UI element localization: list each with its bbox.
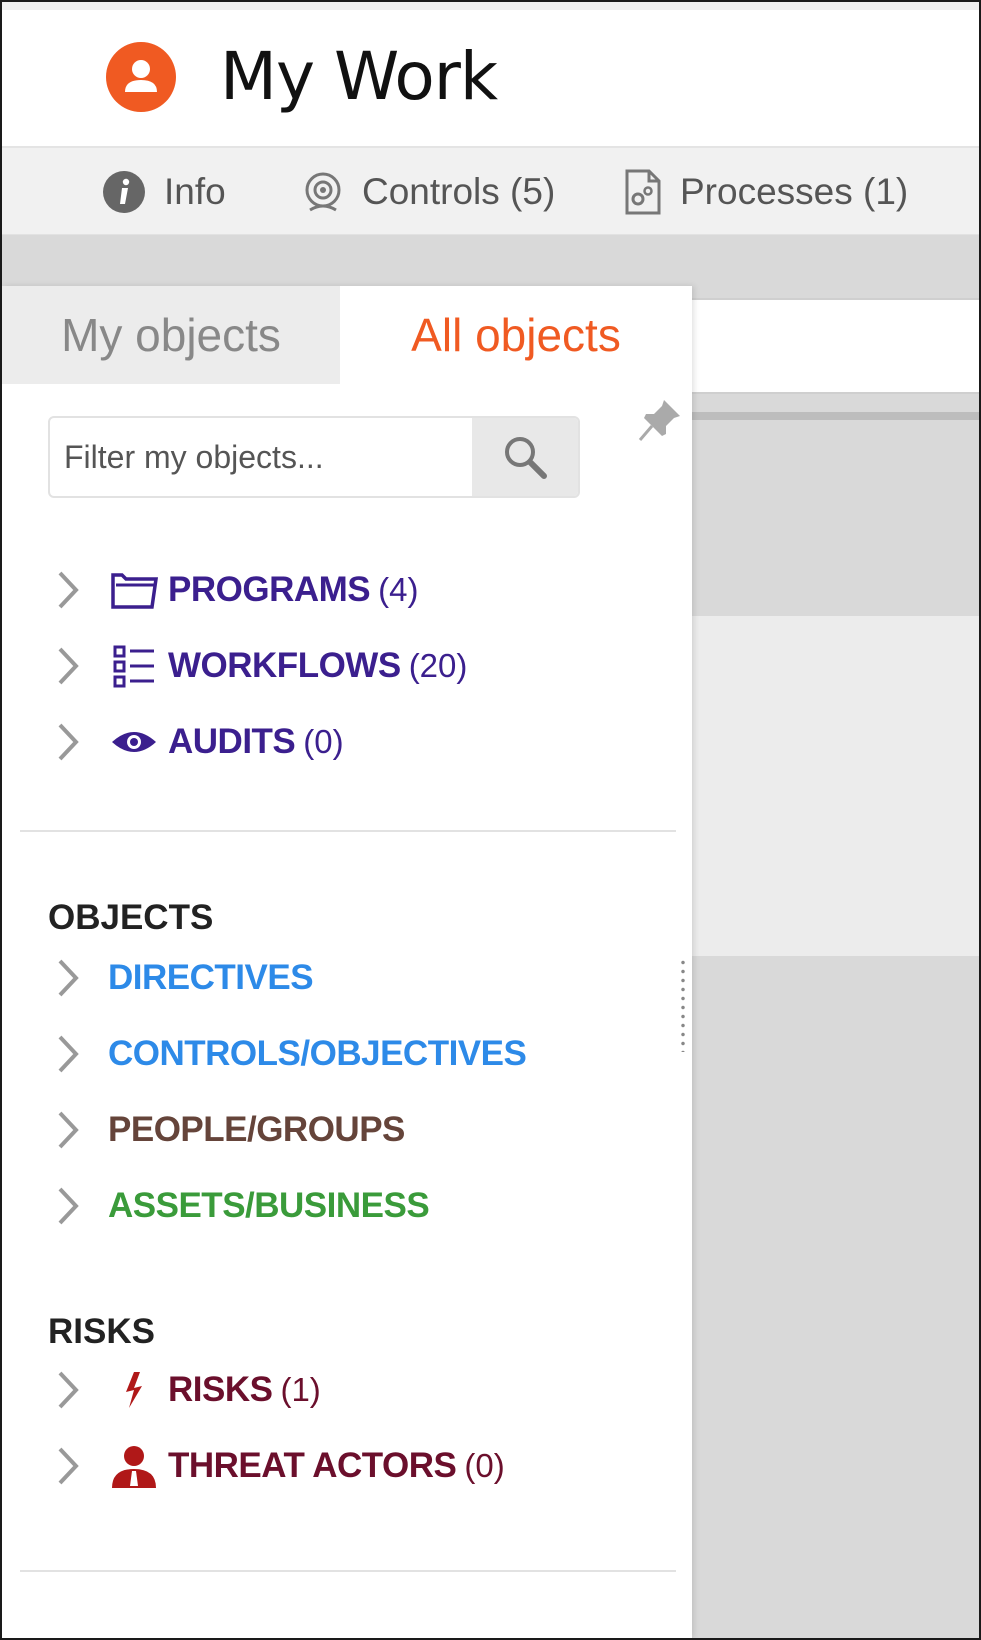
eye-icon: [104, 728, 164, 756]
lhn-item-label: CONTROLS/OBJECTIVES: [108, 1034, 527, 1073]
top-strip: [2, 2, 979, 10]
lhn-item-controls-objectives[interactable]: CONTROLS/OBJECTIVES: [56, 1028, 527, 1080]
page-header: My Work: [2, 10, 979, 148]
lhn-item-count: (20): [408, 647, 468, 684]
lhn-item-risks[interactable]: RISKS (1): [56, 1364, 321, 1416]
lhn-item-label: ASSETS/BUSINESS: [108, 1186, 430, 1225]
lhn-item-workflows[interactable]: WORKFLOWS (20): [56, 640, 467, 692]
folder-icon: [104, 571, 164, 609]
chevron-right-icon: [56, 570, 90, 610]
background-bar: [692, 412, 979, 420]
tab-controls[interactable]: Controls (5): [302, 170, 555, 214]
lhn-item-count: (1): [280, 1371, 321, 1408]
lhn-item-label: PROGRAMS: [168, 570, 371, 609]
background-search-box: [692, 298, 979, 394]
chevron-right-icon: [56, 1034, 90, 1074]
filter-box: [48, 416, 580, 498]
search-icon: [502, 434, 548, 480]
lhn-item-label: PEOPLE/GROUPS: [108, 1110, 405, 1149]
chevron-right-icon: [56, 722, 90, 762]
tab-all-objects[interactable]: All objects: [340, 286, 692, 384]
chevron-right-icon: [56, 646, 90, 686]
processes-icon: [624, 169, 662, 215]
section-heading-risks: RISKS: [48, 1312, 155, 1351]
background-panel: [692, 616, 979, 956]
lhn-item-label: RISKS: [168, 1370, 273, 1409]
tab-my-objects[interactable]: My objects: [2, 286, 340, 384]
lhn-item-people-groups[interactable]: PEOPLE/GROUPS: [56, 1104, 405, 1156]
chevron-right-icon: [56, 1370, 90, 1410]
chevron-right-icon: [56, 1186, 90, 1226]
divider: [20, 830, 676, 832]
user-avatar-icon[interactable]: [106, 42, 176, 112]
lhn-item-assets-business[interactable]: ASSETS/BUSINESS: [56, 1180, 430, 1232]
threat-actor-icon: [104, 1444, 164, 1488]
pin-icon[interactable]: [638, 398, 682, 447]
lhn-item-label: THREAT ACTORS: [168, 1446, 457, 1485]
lhn-item-count: (0): [303, 723, 344, 760]
controls-icon: [302, 170, 344, 214]
tab-processes[interactable]: Processes (1): [624, 169, 909, 215]
lhn-item-audits[interactable]: AUDITS (0): [56, 716, 344, 768]
lhn-item-count: (4): [378, 571, 419, 608]
lhn-item-label: AUDITS: [168, 722, 296, 761]
app-window: My Work Info Controls (5) Processes (1) …: [0, 0, 981, 1640]
tab-label: Controls (5): [362, 171, 556, 212]
tab-label: Info: [164, 171, 226, 212]
section-heading-objects: OBJECTS: [48, 898, 214, 937]
lhn-item-threat-actors[interactable]: THREAT ACTORS (0): [56, 1440, 505, 1492]
list-icon: [104, 644, 164, 688]
object-tab-bar: Info Controls (5) Processes (1): [2, 148, 979, 235]
filter-input[interactable]: [50, 418, 484, 496]
lhn-panel: My objects All objects Filter my objects…: [2, 286, 692, 1638]
lhn-item-label: DIRECTIVES: [108, 958, 314, 997]
tab-label: Processes (1): [680, 171, 909, 212]
lhn-item-count: (0): [464, 1447, 505, 1484]
lightning-icon: [104, 1370, 164, 1410]
lhn-item-label: WORKFLOWS: [168, 646, 401, 685]
chevron-right-icon: [56, 1446, 90, 1486]
lhn-tabs: My objects All objects: [2, 286, 692, 384]
tab-info[interactable]: Info: [102, 170, 226, 214]
lhn-item-directives[interactable]: DIRECTIVES: [56, 952, 314, 1004]
divider: [20, 1570, 676, 1572]
page-title: My Work: [220, 38, 498, 115]
chevron-right-icon: [56, 1110, 90, 1150]
chevron-right-icon: [56, 958, 90, 998]
info-icon: [102, 170, 146, 214]
search-button[interactable]: [472, 418, 578, 496]
lhn-item-programs[interactable]: PROGRAMS (4): [56, 564, 418, 616]
panel-resize-handle[interactable]: [681, 958, 685, 1052]
